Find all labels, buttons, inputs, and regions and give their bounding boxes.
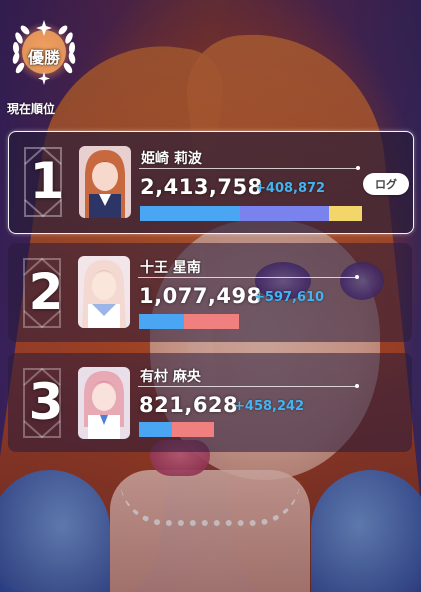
score-gain: +408,872 — [255, 181, 326, 196]
score-bar — [139, 314, 239, 329]
score: 821,628 — [139, 393, 239, 417]
score: 2,413,758 — [140, 175, 263, 199]
ranking-row-1: 1 姫崎 莉波 2,413,758 +408,872 ログ — [8, 131, 414, 234]
score-bar — [140, 206, 362, 221]
score-bar — [139, 422, 215, 437]
score-gain: +458,242 — [234, 399, 305, 414]
victory-badge-label: 優勝 — [27, 48, 60, 67]
score-bar-segment — [183, 314, 239, 329]
score-gain: +597,610 — [254, 290, 325, 305]
divider — [138, 275, 359, 279]
avatar — [78, 256, 130, 328]
log-button[interactable]: ログ — [363, 173, 409, 195]
player-name: 十王 星南 — [140, 260, 201, 276]
rank-number: 2 — [28, 263, 64, 321]
rank-number: 3 — [28, 373, 64, 431]
score: 1,077,498 — [139, 284, 262, 308]
score-bar-segment — [172, 422, 215, 437]
divider — [138, 384, 359, 388]
victory-badge: 優勝 — [6, 10, 82, 94]
score-bar-segment — [139, 422, 173, 437]
current-rank-label: 現在順位 — [7, 102, 56, 116]
score-bar-segment — [139, 314, 184, 329]
score-bar-segment — [239, 206, 329, 221]
player-name: 姫崎 莉波 — [141, 151, 202, 167]
avatar — [79, 146, 131, 218]
rank-number: 1 — [29, 152, 65, 210]
divider — [139, 166, 360, 170]
ranking-row-3: 3 有村 麻央 821,628 +458,242 — [8, 353, 412, 452]
avatar — [78, 367, 130, 439]
ranking-row-2: 2 十王 星南 1,077,498 +597,610 — [8, 243, 412, 342]
score-bar-segment — [140, 206, 240, 221]
player-name: 有村 麻央 — [140, 369, 201, 385]
score-bar-segment — [328, 206, 362, 221]
